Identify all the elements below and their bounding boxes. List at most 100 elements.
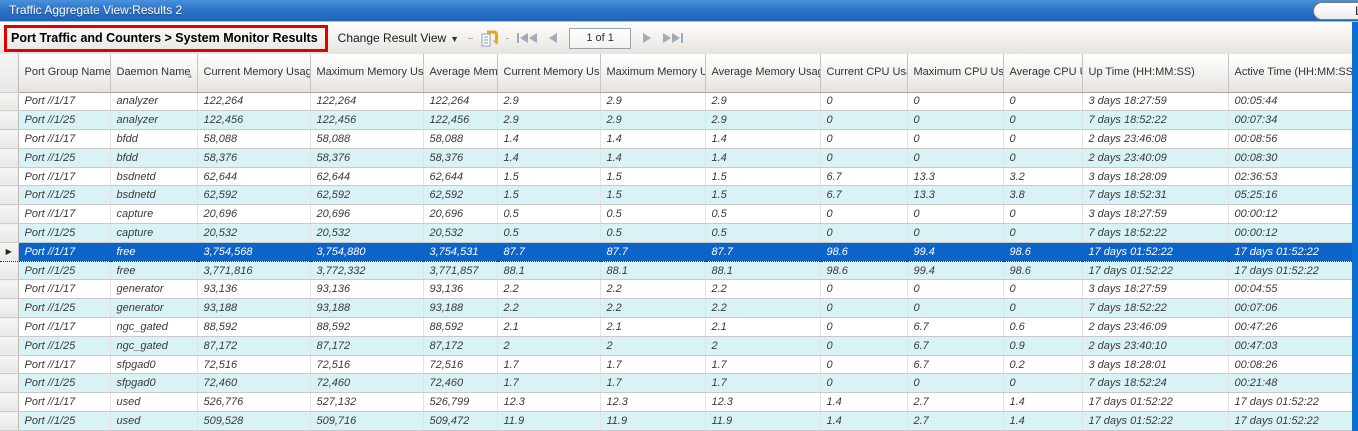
table-row[interactable]: Port //1/25used509,528509,716509,47211.9…: [0, 412, 1352, 431]
change-result-view-dropdown[interactable]: Change Result View▼: [338, 31, 459, 45]
page-indicator[interactable]: 1 of 1: [569, 28, 631, 49]
cell: used: [110, 393, 197, 412]
column-header-up-time-hh-mm-ss[interactable]: Up Time (HH:MM:SS): [1082, 54, 1228, 92]
table-row[interactable]: Port //1/17bfdd58,08858,08858,0881.41.41…: [0, 130, 1352, 149]
next-page-button[interactable]: [640, 30, 654, 46]
cell: 3,754,568: [197, 242, 310, 261]
row-selector-cell[interactable]: [0, 130, 18, 149]
table-row[interactable]: Port //1/25bsdnetd62,59262,59262,5921.51…: [0, 186, 1352, 205]
cell: 58,088: [423, 130, 497, 149]
cell: 1.4: [820, 412, 907, 431]
row-selector-cell[interactable]: [0, 205, 18, 224]
last-page-button[interactable]: [660, 30, 686, 46]
cell: 87.7: [705, 242, 820, 261]
cell: 93,188: [423, 299, 497, 318]
cell: 3,771,816: [197, 261, 310, 280]
cell: 2.1: [497, 318, 600, 337]
column-header-average-cpu-usage[interactable]: Average CPU Usage (%): [1003, 54, 1082, 92]
cell: 1.5: [705, 186, 820, 205]
table-row[interactable]: Port //1/25generator93,18893,18893,1882.…: [0, 299, 1352, 318]
table-row[interactable]: Port //1/25sfpgad072,46072,46072,4601.71…: [0, 374, 1352, 393]
cell: 2.9: [705, 111, 820, 130]
row-selector-cell[interactable]: [0, 167, 18, 186]
column-header-daemon-name[interactable]: Daemon Name▲: [110, 54, 197, 92]
cell: Port //1/25: [18, 336, 110, 355]
cell: 99.4: [907, 261, 1003, 280]
cell: 17 days 01:52:22: [1082, 412, 1228, 431]
cell: 93,136: [423, 280, 497, 299]
table-row[interactable]: ▶Port //1/17free3,754,5683,754,8803,754,…: [0, 242, 1352, 261]
column-header-maximum-memory-usage-kbytes[interactable]: Maximum Memory Usage (Kbytes): [310, 54, 423, 92]
table-row[interactable]: Port //1/25bfdd58,37658,37658,3761.41.41…: [0, 148, 1352, 167]
cell: 122,264: [423, 92, 497, 111]
row-selector-cell[interactable]: [0, 393, 18, 412]
cell: 00:21:48: [1228, 374, 1352, 393]
cell: 3,754,531: [423, 242, 497, 261]
column-header-average-memory-usage[interactable]: Average Memory Usage (%): [705, 54, 820, 92]
row-selector-cell[interactable]: [0, 224, 18, 243]
cell: 122,456: [423, 111, 497, 130]
change-view-icon[interactable]: [481, 30, 498, 47]
table-row[interactable]: Port //1/17ngc_gated88,59288,59288,5922.…: [0, 318, 1352, 337]
cell: Port //1/17: [18, 393, 110, 412]
cell: 1.5: [705, 167, 820, 186]
row-selector-cell[interactable]: [0, 355, 18, 374]
table-row[interactable]: Port //1/17sfpgad072,51672,51672,5161.71…: [0, 355, 1352, 374]
cell: 0: [1003, 280, 1082, 299]
table-row[interactable]: Port //1/17capture20,69620,69620,6960.50…: [0, 205, 1352, 224]
first-page-button[interactable]: [514, 30, 540, 46]
cell: 58,376: [310, 148, 423, 167]
table-row[interactable]: Port //1/17used526,776527,132526,79912.3…: [0, 393, 1352, 412]
cell: Port //1/17: [18, 242, 110, 261]
table-row[interactable]: Port //1/25analyzer122,456122,456122,456…: [0, 111, 1352, 130]
cell: 13.3: [907, 167, 1003, 186]
table-row[interactable]: Port //1/25free3,771,8163,772,3323,771,8…: [0, 261, 1352, 280]
row-selector-cell[interactable]: [0, 92, 18, 111]
row-selector-cell[interactable]: [0, 299, 18, 318]
cell: 509,716: [310, 412, 423, 431]
column-header-maximum-cpu-usage[interactable]: Maximum CPU Usage (%): [907, 54, 1003, 92]
cell: 0.6: [1003, 318, 1082, 337]
cell: 1.7: [705, 355, 820, 374]
column-header-current-cpu-usage[interactable]: Current CPU Usage (%): [820, 54, 907, 92]
row-selector-cell[interactable]: [0, 412, 18, 431]
column-header-average-memory-usage-kbytes[interactable]: Average Memory Usage (Kbytes): [423, 54, 497, 92]
row-selector-cell[interactable]: [0, 148, 18, 167]
row-selector-cell[interactable]: [0, 186, 18, 205]
cell: 2: [705, 336, 820, 355]
table-row[interactable]: Port //1/25capture20,53220,53220,5320.50…: [0, 224, 1352, 243]
row-selector-cell[interactable]: [0, 111, 18, 130]
cell: 1.7: [497, 374, 600, 393]
row-selector-cell[interactable]: [0, 336, 18, 355]
cell: 2.9: [497, 111, 600, 130]
column-header-port-group-name[interactable]: Port Group Name: [18, 54, 110, 92]
row-selector-cell[interactable]: ▶: [0, 242, 18, 261]
last-page-icon: [663, 33, 671, 43]
column-header-maximum-memory-usage[interactable]: Maximum Memory Usage (%): [600, 54, 705, 92]
row-selector-cell[interactable]: [0, 318, 18, 337]
launch-testcenter-button[interactable]: Launch TestCent: [1313, 2, 1358, 20]
row-selector-cell[interactable]: [0, 280, 18, 299]
previous-page-button[interactable]: [546, 30, 560, 46]
cell: 0: [1003, 205, 1082, 224]
table-row[interactable]: Port //1/17bsdnetd62,64462,64462,6441.51…: [0, 167, 1352, 186]
row-selector-cell[interactable]: [0, 261, 18, 280]
cell: 0: [907, 224, 1003, 243]
cell: 0: [820, 92, 907, 111]
cell: 62,592: [423, 186, 497, 205]
column-header-current-memory-usage-kbytes[interactable]: Current Memory Usage (Kbytes): [197, 54, 310, 92]
results-toolbar: Port Traffic and Counters > System Monit…: [0, 22, 1352, 54]
cell: 2 days 23:40:09: [1082, 148, 1228, 167]
cell: 00:00:12: [1228, 224, 1352, 243]
table-row[interactable]: Port //1/25ngc_gated87,17287,17287,17222…: [0, 336, 1352, 355]
row-selector-cell[interactable]: [0, 374, 18, 393]
cell: 62,592: [310, 186, 423, 205]
cell: 17 days 01:52:22: [1228, 242, 1352, 261]
table-row[interactable]: Port //1/17analyzer122,264122,264122,264…: [0, 92, 1352, 111]
cell: 00:00:12: [1228, 205, 1352, 224]
cell: Port //1/25: [18, 261, 110, 280]
column-header-active-time-hh-mm-ss[interactable]: Active Time (HH:MM:SS): [1228, 54, 1352, 92]
table-row[interactable]: Port //1/17generator93,13693,13693,1362.…: [0, 280, 1352, 299]
cell: generator: [110, 299, 197, 318]
column-header-current-memory-usage[interactable]: Current Memory Usage (%): [497, 54, 600, 92]
